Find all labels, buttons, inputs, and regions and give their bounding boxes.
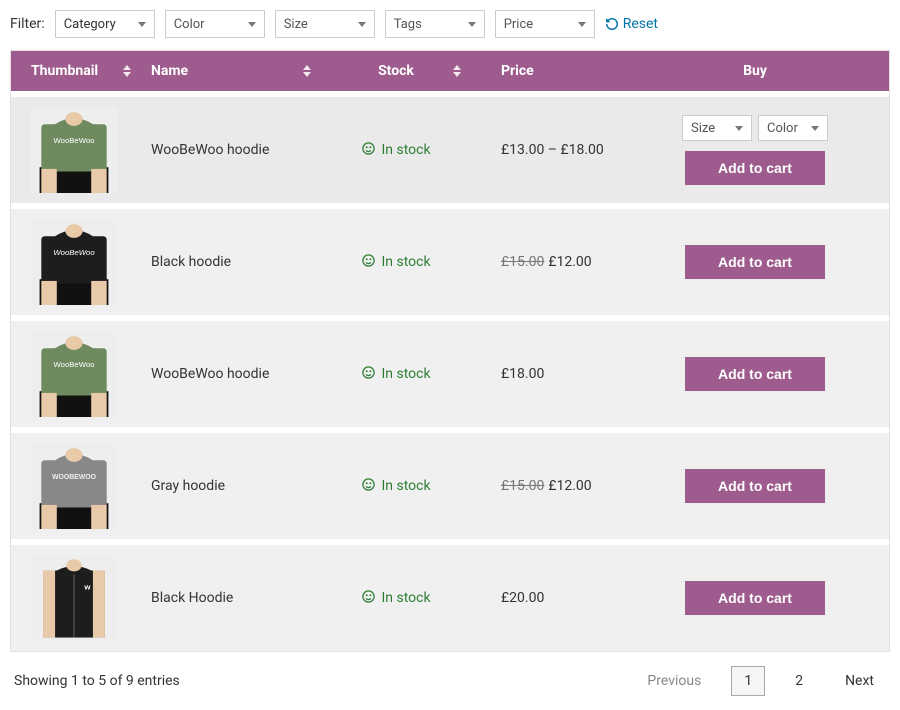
price-current: £12.00: [548, 478, 591, 494]
smile-icon: [361, 477, 376, 496]
next-button[interactable]: Next: [833, 667, 886, 695]
cell-buy: Add to cart: [621, 203, 889, 315]
filter-size[interactable]: Size: [275, 10, 375, 38]
cell-buy: Add to cart: [621, 427, 889, 539]
filter-label: Filter:: [10, 16, 45, 32]
cell-stock: In stock: [321, 427, 471, 539]
cell-name: Black Hoodie: [141, 539, 321, 651]
filter-price[interactable]: Price: [495, 10, 595, 38]
cell-buy: Add to cart: [621, 539, 889, 651]
table-row: WooBeWoo Black hoodie In stock £15.00£12…: [11, 203, 889, 315]
svg-text:w: w: [83, 582, 91, 591]
cell-price: £13.00 – £18.00: [471, 91, 621, 203]
cell-thumbnail: WooBeWoo: [11, 91, 141, 203]
smile-icon: [361, 141, 376, 160]
sort-icon: [453, 65, 461, 77]
price-current: £13.00 – £18.00: [501, 142, 604, 158]
previous-button[interactable]: Previous: [635, 667, 713, 695]
filter-bar: Filter: Category Color Size Tags Price R…: [10, 10, 890, 38]
svg-text:WooBeWoo: WooBeWoo: [53, 248, 95, 257]
cell-thumbnail: w: [11, 539, 141, 651]
variant-size-select[interactable]: Size: [682, 115, 752, 141]
cell-price: £15.00£12.00: [471, 427, 621, 539]
sort-icon: [123, 65, 131, 77]
svg-text:WOOBEWOO: WOOBEWOO: [52, 474, 97, 481]
chevron-down-icon: [811, 126, 819, 131]
svg-text:WooBeWoo: WooBeWoo: [54, 360, 95, 369]
column-thumbnail[interactable]: Thumbnail: [11, 51, 141, 91]
variant-color-select[interactable]: Color: [758, 115, 828, 141]
cell-name: WooBeWoo hoodie: [141, 91, 321, 203]
column-name[interactable]: Name: [141, 51, 321, 91]
cell-thumbnail: WooBeWoo: [11, 315, 141, 427]
column-stock[interactable]: Stock: [321, 51, 471, 91]
chevron-down-icon: [578, 22, 586, 27]
table-row: w Black Hoodie In stock £20.00 Add to ca…: [11, 539, 889, 651]
price-current: £18.00: [501, 366, 544, 382]
column-price[interactable]: Price: [471, 51, 621, 91]
cell-name: Gray hoodie: [141, 427, 321, 539]
add-to-cart-button[interactable]: Add to cart: [685, 151, 825, 185]
cell-name: WooBeWoo hoodie: [141, 315, 321, 427]
filter-category[interactable]: Category: [55, 10, 155, 38]
cell-stock: In stock: [321, 539, 471, 651]
table-row: WooBeWoo WooBeWoo hoodie In stock £13.00…: [11, 91, 889, 203]
add-to-cart-button[interactable]: Add to cart: [685, 469, 825, 503]
reset-button[interactable]: Reset: [605, 16, 658, 32]
chevron-down-icon: [468, 22, 476, 27]
cell-thumbnail: WOOBEWOO: [11, 427, 141, 539]
smile-icon: [361, 589, 376, 608]
add-to-cart-button[interactable]: Add to cart: [685, 581, 825, 615]
chevron-down-icon: [138, 22, 146, 27]
cell-stock: In stock: [321, 91, 471, 203]
product-table: Thumbnail Name Stock Price Buy WooBeWoo …: [10, 50, 890, 652]
price-current: £12.00: [548, 254, 591, 270]
cell-buy: Add to cart: [621, 315, 889, 427]
page-1-button[interactable]: 1: [731, 666, 765, 696]
price-current: £20.00: [501, 590, 544, 606]
cell-price: £20.00: [471, 539, 621, 651]
page-2-button[interactable]: 2: [783, 667, 815, 695]
add-to-cart-button[interactable]: Add to cart: [685, 357, 825, 391]
price-original: £15.00: [501, 254, 544, 270]
table-footer: Showing 1 to 5 of 9 entries Previous 1 2…: [10, 652, 890, 700]
undo-icon: [605, 17, 619, 31]
cell-price: £15.00£12.00: [471, 203, 621, 315]
chevron-down-icon: [735, 126, 743, 131]
cell-name: Black hoodie: [141, 203, 321, 315]
svg-text:WooBeWoo: WooBeWoo: [54, 136, 95, 145]
cell-thumbnail: WooBeWoo: [11, 203, 141, 315]
cell-buy: Size Color Add to cart: [621, 91, 889, 203]
cell-stock: In stock: [321, 315, 471, 427]
smile-icon: [361, 365, 376, 384]
entries-info: Showing 1 to 5 of 9 entries: [14, 673, 180, 689]
table-row: WOOBEWOO Gray hoodie In stock £15.00£12.…: [11, 427, 889, 539]
cell-price: £18.00: [471, 315, 621, 427]
smile-icon: [361, 253, 376, 272]
pagination: Previous 1 2 Next: [635, 666, 886, 696]
filter-tags[interactable]: Tags: [385, 10, 485, 38]
chevron-down-icon: [358, 22, 366, 27]
cell-stock: In stock: [321, 203, 471, 315]
chevron-down-icon: [248, 22, 256, 27]
price-original: £15.00: [501, 478, 544, 494]
column-buy: Buy: [621, 51, 889, 91]
sort-icon: [303, 65, 311, 77]
filter-color[interactable]: Color: [165, 10, 265, 38]
table-row: WooBeWoo WooBeWoo hoodie In stock £18.00…: [11, 315, 889, 427]
add-to-cart-button[interactable]: Add to cart: [685, 245, 825, 279]
